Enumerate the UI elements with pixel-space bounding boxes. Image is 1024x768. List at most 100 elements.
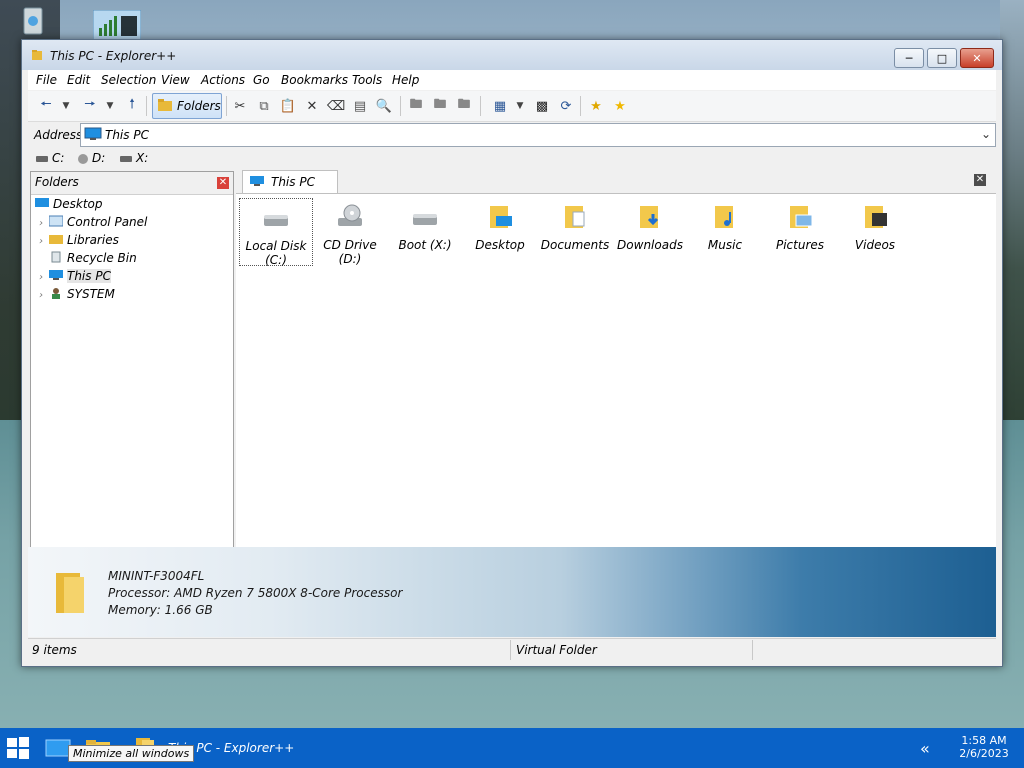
list-item-local-disk[interactable]: Local Disk (C:) [239, 198, 313, 267]
expand-icon[interactable]: › [39, 290, 49, 301]
list-item-desktop[interactable]: Desktop [464, 198, 536, 264]
tree-item-libraries[interactable]: › Libraries [39, 233, 119, 250]
this-pc-icon [49, 270, 63, 280]
minimize-icon: ─ [905, 51, 913, 65]
toolbar-separator [146, 96, 147, 116]
tree-item-desktop[interactable]: Desktop [35, 197, 103, 214]
folders-pane-close-button[interactable]: ✕ [217, 177, 229, 189]
close-icon: ✕ [218, 177, 228, 188]
list-item-documents[interactable]: Documents [539, 198, 611, 264]
folder-icon [32, 50, 42, 60]
chevron-down-icon[interactable]: ⌄ [981, 127, 991, 141]
command-prompt-button[interactable]: ▩ [534, 98, 550, 114]
performance-desktop-icon[interactable] [93, 10, 141, 40]
desktop-folder-icon [490, 206, 512, 228]
status-bar: 9 items Virtual Folder [28, 638, 996, 661]
tree-item-system[interactable]: › SYSTEM [39, 287, 115, 304]
desktop-icon [35, 198, 49, 207]
tree-item-label: Control Panel [67, 215, 148, 229]
tree-item-label: Desktop [53, 197, 103, 211]
copy-to-button[interactable]: 🖿 [408, 97, 424, 114]
list-item-music[interactable]: Music [689, 198, 761, 264]
address-input[interactable]: This PC ⌄ [80, 123, 996, 147]
system-clock[interactable]: 1:58 AM 2/6/2023 [954, 734, 1014, 760]
hard-disk-icon [120, 155, 132, 162]
new-folder-button[interactable]: 🖿 [456, 97, 472, 114]
this-pc-icon [84, 127, 102, 140]
drive-c-button[interactable]: C: [36, 151, 64, 165]
copy-button[interactable]: ⧉ [256, 98, 272, 114]
delete-permanently-button[interactable]: ⌫ [327, 98, 345, 114]
menu-tools[interactable]: Tools [352, 73, 382, 87]
documents-folder-icon [565, 206, 585, 228]
recycle-bin-desktop-icon[interactable] [14, 2, 52, 40]
views-dropdown[interactable]: ▼ [512, 98, 528, 114]
menu-actions[interactable]: Actions [201, 73, 245, 87]
back-dropdown[interactable]: ▼ [58, 98, 74, 114]
cut-button[interactable]: ✂ [232, 98, 248, 114]
tree-item-recycle-bin[interactable]: Recycle Bin [39, 251, 137, 268]
cd-drive-icon [338, 204, 362, 226]
arrow-right-icon: 🠖 [84, 97, 96, 112]
maximize-button[interactable]: □ [927, 48, 957, 68]
title-bar[interactable]: This PC - Explorer++ ─ □ ✕ [22, 40, 1002, 70]
menu-view[interactable]: View [161, 73, 190, 87]
properties-button[interactable]: ▤ [352, 98, 368, 114]
grid-view-icon: ▦ [493, 98, 507, 114]
tab-this-pc[interactable]: This PC [242, 170, 338, 193]
close-button[interactable]: ✕ [960, 48, 994, 68]
downloads-folder-icon [640, 206, 659, 228]
menu-file[interactable]: File [36, 73, 57, 87]
list-item-videos[interactable]: Videos [839, 198, 911, 264]
menu-go[interactable]: Go [253, 73, 270, 87]
hard-disk-icon [413, 214, 437, 225]
address-bar: Address This PC ⌄ [28, 122, 996, 148]
list-item-label: Documents [540, 238, 610, 252]
refresh-button[interactable]: ⟳ [558, 98, 574, 114]
list-item-pictures[interactable]: Pictures [764, 198, 836, 264]
notification-chevron-icon[interactable]: « [920, 739, 930, 758]
minimize-button[interactable]: ─ [894, 48, 924, 68]
terminal-icon: ▩ [535, 98, 549, 114]
folders-pane-title: Folders [35, 175, 79, 189]
folders-toggle-button[interactable]: Folders [152, 93, 222, 119]
list-item-downloads[interactable]: Downloads [614, 198, 686, 264]
close-tab-button[interactable]: ✕ [974, 174, 986, 186]
list-item-cd-drive[interactable]: CD Drive (D:) [314, 198, 386, 266]
tree-item-this-pc[interactable]: › This PC [39, 269, 111, 286]
address-label: Address [34, 128, 83, 142]
expand-icon[interactable]: › [39, 236, 49, 247]
menu-bookmarks[interactable]: Bookmarks [281, 73, 348, 87]
file-list-pane[interactable]: Local Disk (C:) CD Drive (D:) Boot (X:) … [236, 193, 996, 548]
search-button[interactable]: 🔍 [376, 98, 392, 114]
list-item-label: Music [707, 238, 743, 252]
tree-item-label: This PC [67, 269, 111, 283]
views-button[interactable]: ▦ [492, 98, 508, 114]
menu-edit[interactable]: Edit [67, 73, 90, 87]
chevron-down-icon: ▼ [62, 101, 70, 111]
clock-date: 2/6/2023 [959, 747, 1009, 760]
tree-item-control-panel[interactable]: › Control Panel [39, 215, 147, 232]
forward-button[interactable]: 🠖 [82, 97, 98, 114]
delete-button[interactable]: ✕ [304, 98, 320, 114]
back-button[interactable]: 🠔 [38, 97, 54, 114]
menu-help[interactable]: Help [392, 73, 419, 87]
tab-label: This PC [271, 175, 315, 189]
expand-icon[interactable]: › [39, 272, 49, 283]
bookmarks-button[interactable]: ★ [612, 98, 628, 114]
list-item-label: Desktop [475, 238, 525, 252]
windows-start-icon[interactable] [6, 736, 30, 760]
tree-item-label: SYSTEM [67, 287, 115, 301]
chevron-down-icon: ▼ [516, 101, 524, 111]
menu-selection[interactable]: Selection [101, 73, 156, 87]
drive-x-button[interactable]: X: [120, 151, 148, 165]
hard-disk-icon [36, 155, 48, 162]
move-to-button[interactable]: 🖿 [432, 97, 448, 114]
add-bookmark-button[interactable]: ★ [588, 98, 604, 114]
forward-dropdown[interactable]: ▼ [102, 98, 118, 114]
up-button[interactable]: 🠕 [124, 97, 140, 114]
drive-d-button[interactable]: D: [78, 151, 105, 165]
paste-button[interactable]: 📋 [280, 98, 296, 114]
expand-icon[interactable]: › [39, 218, 49, 229]
list-item-boot[interactable]: Boot (X:) [389, 198, 461, 264]
